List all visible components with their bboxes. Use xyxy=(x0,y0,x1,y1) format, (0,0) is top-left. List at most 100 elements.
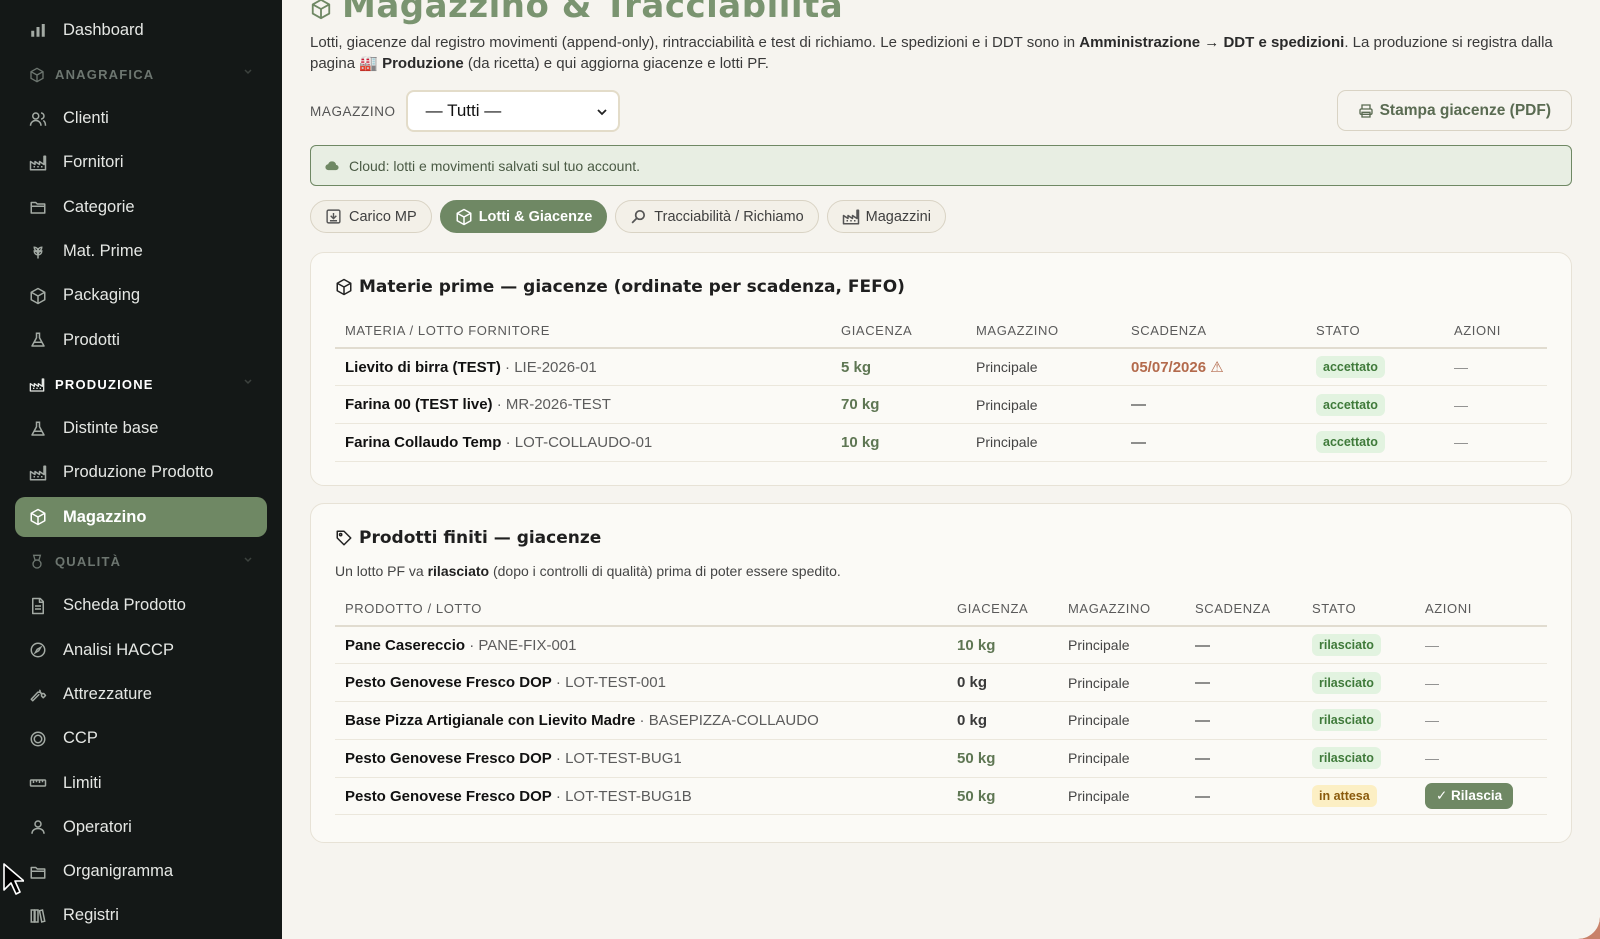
sidebar-section-qualita[interactable]: QUALITÀ xyxy=(15,542,267,582)
actions-cell: — xyxy=(1415,626,1547,665)
sidebar-item-label: CCP xyxy=(63,729,98,748)
chevron-down-icon xyxy=(597,109,607,116)
tab-bar: Carico MP Lotti & Giacenze Tracciabilità /… xyxy=(310,200,954,233)
box-icon xyxy=(335,278,353,296)
column-header: GIACENZA xyxy=(831,314,966,349)
raw-materials-heading: Materie prime — giacenze (ordinate per s… xyxy=(335,277,1547,297)
item-name: Pesto Genovese Fresco DOP xyxy=(345,749,552,767)
sidebar-item-label: Dashboard xyxy=(63,20,144,39)
tab-lotti-giacenze[interactable]: Lotti & Giacenze xyxy=(439,200,608,233)
sidebar-item-distinte-base[interactable]: Distinte base xyxy=(15,409,267,449)
ruler-icon xyxy=(29,774,47,792)
tab-carico-mp[interactable]: Carico MP xyxy=(310,200,432,233)
books-icon xyxy=(29,907,47,925)
note-text: Un lotto PF va xyxy=(335,563,428,579)
item-name: Pesto Genovese Fresco DOP xyxy=(345,787,552,805)
sidebar-item-produzione-prodotto[interactable]: Produzione Prodotto xyxy=(15,453,267,493)
sidebar-item-organigramma[interactable]: Organigramma xyxy=(15,852,267,892)
finished-products-card: Prodotti finiti — giacenze Un lotto PF v… xyxy=(310,503,1572,843)
cloud-notice-text: Cloud: lotti e movimenti salvati sul tuo… xyxy=(349,157,641,174)
sidebar-item-analisi-haccp[interactable]: Analisi HACCP xyxy=(15,630,267,670)
tab-tracciabilita-richiamo[interactable]: Tracciabilità / Richiamo xyxy=(615,200,819,233)
tab-magazzini[interactable]: Magazzini xyxy=(826,200,946,233)
table-row[interactable]: Pesto Genovese Fresco DOP · LOT-TEST-BUG… xyxy=(335,777,1547,816)
folder-icon xyxy=(29,198,47,216)
column-header: SCADENZA xyxy=(1185,592,1302,627)
actions-cell: — xyxy=(1444,385,1547,425)
magnifier-icon xyxy=(630,208,647,225)
sidebar-section-label: QUALITÀ xyxy=(55,554,122,570)
sidebar-item-label: Magazzino xyxy=(63,507,147,526)
raw-materials-card: Materie prime — giacenze (ordinate per s… xyxy=(310,252,1572,486)
page-intro: Lotti, giacenze dal registro movimenti (… xyxy=(310,32,1572,74)
factory-icon xyxy=(29,464,47,482)
sidebar-section-anagrafica[interactable]: ANAGRAFICA xyxy=(15,54,267,94)
warehouse-cell: Principale xyxy=(1058,777,1185,816)
sidebar-item-label: Scheda Prodotto xyxy=(63,596,186,615)
status-cell: accettato xyxy=(1306,385,1444,425)
warehouse-cell: Principale xyxy=(966,348,1121,387)
table-row[interactable]: Lievito di birra (TEST) · LIE-2026-01 5 k… xyxy=(335,348,1547,387)
sidebar-item-mat-prime[interactable]: Mat. Prime xyxy=(15,231,267,271)
item-cell: Pesto Genovese Fresco DOP · LOT-TEST-BUG… xyxy=(335,777,947,816)
item-name: Farina Collaudo Temp xyxy=(345,433,502,451)
sidebar-item-operatori[interactable]: Operatori xyxy=(15,807,267,847)
box-icon xyxy=(455,208,472,226)
sidebar-item-magazzino[interactable]: Magazzino xyxy=(15,497,267,538)
status-badge: in attesa xyxy=(1312,785,1377,808)
table-row[interactable]: Farina 00 (TEST live) · MR-2026-TEST 70 k… xyxy=(335,385,1547,425)
table-row[interactable]: Pesto Genovese Fresco DOP · LOT-TEST-BUG… xyxy=(335,739,1547,778)
table-row[interactable]: Base Pizza Artigianale con Lievito Madre… xyxy=(335,701,1547,740)
lot-code: · LIE-2026-01 xyxy=(500,358,597,376)
actions-cell: — xyxy=(1415,701,1547,740)
sidebar-item-attrezzature[interactable]: Attrezzature xyxy=(15,674,267,714)
expiry-cell: — xyxy=(1185,739,1302,778)
print-stock-button[interactable]: Stampa giacenze (PDF) xyxy=(1336,90,1572,131)
sidebar-item-label: Distinte base xyxy=(63,419,159,438)
actions-cell: — xyxy=(1444,423,1547,462)
sidebar-item-label: Limiti xyxy=(63,773,102,792)
item-name: Lievito di birra (TEST) xyxy=(345,358,501,376)
sidebar-item-scheda-prodotto[interactable]: Scheda Prodotto xyxy=(15,586,267,626)
warehouse-select[interactable]: — Tutti — xyxy=(405,90,620,132)
finished-products-table: PRODOTTO / LOTTO GIACENZA MAGAZZINO SCADENZ… xyxy=(335,592,1547,816)
lot-code: · LOT-TEST-BUG1B xyxy=(551,787,692,805)
compass-icon xyxy=(29,641,47,659)
release-button[interactable]: ✓ Rilascia xyxy=(1425,783,1514,810)
table-row[interactable]: Pesto Genovese Fresco DOP · LOT-TEST-001… xyxy=(335,663,1547,703)
raw-materials-title: Materie prime — giacenze (ordinate per s… xyxy=(359,277,905,297)
sidebar-item-limiti[interactable]: Limiti xyxy=(15,763,267,803)
chevron-down-icon xyxy=(244,379,252,385)
sidebar-section-label: ANAGRAFICA xyxy=(55,66,155,82)
sidebar-item-registri[interactable]: Registri xyxy=(15,896,267,936)
sidebar-item-fornitori[interactable]: Fornitori xyxy=(15,143,267,183)
sidebar-item-categorie[interactable]: Categorie xyxy=(15,187,267,227)
intro-link-produzione: Produzione xyxy=(382,55,464,72)
sidebar-item-clienti[interactable]: Clienti xyxy=(15,99,267,139)
sidebar-item-dashboard[interactable]: Dashboard xyxy=(15,10,267,50)
column-header: AZIONI xyxy=(1444,314,1547,349)
stock-quantity: 70 kg xyxy=(831,385,966,425)
item-cell: Pesto Genovese Fresco DOP · LOT-TEST-BUG… xyxy=(335,739,947,778)
sidebar-section-produzione[interactable]: PRODUZIONE xyxy=(15,364,267,404)
table-row[interactable]: Farina Collaudo Temp · LOT-COLLAUDO-01 10… xyxy=(335,423,1547,462)
cloud-icon xyxy=(325,160,339,170)
target-icon xyxy=(29,730,47,748)
sidebar-item-packaging[interactable]: Packaging xyxy=(15,276,267,316)
expiry-cell: — xyxy=(1185,663,1302,703)
sidebar-item-label: Registri xyxy=(63,906,119,925)
stock-quantity: 0 kg xyxy=(947,701,1058,740)
sidebar-item-ccp[interactable]: CCP xyxy=(15,719,267,759)
column-header: MAGAZZINO xyxy=(966,314,1121,349)
sidebar-item-label: Fornitori xyxy=(63,153,124,172)
column-header: STATO xyxy=(1306,314,1444,349)
actions-cell: — xyxy=(1415,663,1547,703)
actions-cell: ✓ Rilascia xyxy=(1415,777,1547,816)
item-name: Pesto Genovese Fresco DOP xyxy=(345,674,552,692)
table-row[interactable]: Pane Casereccio · PANE-FIX-001 10 kg Princ… xyxy=(335,626,1547,665)
status-badge: accettato xyxy=(1316,393,1385,416)
chevron-down-icon xyxy=(244,557,252,562)
sidebar-item-prodotti[interactable]: Prodotti xyxy=(15,320,267,360)
expiry-cell: — xyxy=(1121,385,1306,425)
sidebar-item-label: Prodotti xyxy=(63,330,120,349)
